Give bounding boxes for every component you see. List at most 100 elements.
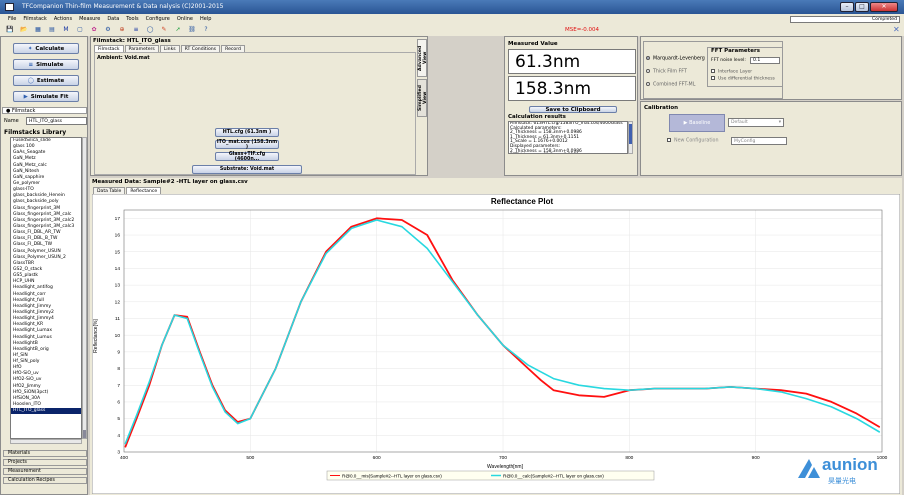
- chart-icon[interactable]: ▤: [48, 26, 56, 34]
- substrate-button[interactable]: Substrate: Void.mat: [192, 165, 302, 174]
- tab-parameters[interactable]: Parameters: [124, 45, 159, 52]
- x-tick-label: 500: [246, 455, 254, 461]
- calc-scroll-thumb[interactable]: [629, 124, 632, 144]
- filmstack-section-header[interactable]: ● Filmstack: [2, 107, 87, 114]
- logo-subtext: 昊量光电: [828, 477, 856, 485]
- library-hscrollbar[interactable]: [10, 439, 82, 444]
- option-marquardt-label: Marquardt-Levenberg: [653, 56, 705, 62]
- filmstack-icon[interactable]: ▦: [34, 26, 42, 34]
- measured-value-2: 158.3nm: [508, 76, 636, 101]
- measured-point: [603, 396, 605, 398]
- maximize-button[interactable]: □: [855, 2, 869, 12]
- measured-point: [426, 234, 428, 236]
- settings-icon[interactable]: ✿: [90, 26, 98, 34]
- library-scroll-thumb[interactable]: [83, 430, 86, 438]
- menu-item-configure[interactable]: Configure: [146, 16, 170, 22]
- calculation-recipes-tab[interactable]: Calculation Recipes: [3, 477, 87, 484]
- filmstacks-library-list[interactable]: FusedSilica_slide glass 100 GaAs_Seagate Ga…: [10, 137, 82, 439]
- menu-item-filmstack[interactable]: Filmstack: [23, 16, 46, 22]
- menu-item-file[interactable]: File: [8, 16, 16, 22]
- calc-results-scrollbar[interactable]: [628, 121, 633, 154]
- y-tick-label: 10: [115, 333, 121, 339]
- minimize-button[interactable]: –: [840, 2, 854, 12]
- menu-item-measure[interactable]: Measure: [79, 16, 100, 22]
- simulate-fit-label: Simulate Fit: [30, 93, 69, 100]
- calculated-point: [275, 368, 277, 370]
- y-tick-label: 16: [115, 233, 121, 239]
- filmstack-panel: Filmstack: HTL_ITO_glass Filmstack Parame…: [90, 36, 428, 176]
- calculated-point: [679, 388, 681, 390]
- arrow-icon[interactable]: ➚: [174, 26, 182, 34]
- circle-icon[interactable]: ◯: [146, 26, 154, 34]
- tab-filmstack[interactable]: Filmstack: [94, 45, 124, 52]
- library-title: Filmstacks Library: [4, 129, 67, 136]
- tab-links[interactable]: Links: [159, 45, 180, 52]
- x-tick-label: 700: [499, 455, 507, 461]
- help-icon[interactable]: ?: [202, 26, 210, 34]
- save-to-clipboard-button[interactable]: Save to Clipboard: [529, 106, 617, 113]
- globe-icon[interactable]: ⊕: [118, 26, 126, 34]
- calc-results-box[interactable]: Filmstack: 613HTL.cfg/1583ITO_mat.cos/46…: [508, 121, 628, 154]
- brush-icon[interactable]: ✎: [160, 26, 168, 34]
- measurement-tab[interactable]: Measurement: [3, 468, 87, 475]
- materials-tab[interactable]: Materials: [3, 450, 87, 457]
- baseline-button[interactable]: ▶ Baseline: [669, 114, 725, 132]
- close-button[interactable]: ✕: [870, 2, 898, 12]
- default-dropdown[interactable]: Default ▾: [728, 118, 784, 127]
- panel-close-icon[interactable]: ✕: [893, 25, 900, 34]
- advanced-view-tab[interactable]: Advanced View: [417, 39, 428, 77]
- library-item[interactable]: HTL_ITO_glass: [11, 408, 81, 415]
- simulate-fit-button[interactable]: ▶ Simulate Fit: [13, 91, 79, 102]
- menu-item-online[interactable]: Online: [177, 16, 193, 22]
- option-thick-fft[interactable]: Thick Film FFT: [646, 69, 687, 75]
- fft-noise-input[interactable]: 0.1: [750, 57, 780, 64]
- y-tick-label: 7: [117, 383, 120, 389]
- link-icon[interactable]: ⛓: [188, 26, 196, 34]
- layer-htl[interactable]: HTL.cfg (61.3nm ): [215, 128, 279, 137]
- calculated-point: [237, 423, 239, 425]
- projects-tab[interactable]: Projects: [3, 459, 87, 466]
- option-combined[interactable]: Combined FFT-ML: [646, 82, 695, 88]
- tab-reflectance[interactable]: Reflectance: [126, 187, 162, 194]
- calculated-point: [148, 381, 150, 383]
- menu-item-help[interactable]: Help: [200, 16, 211, 22]
- x-tick-label: 800: [625, 455, 633, 461]
- option-marquardt[interactable]: Marquardt-Levenberg: [646, 56, 705, 62]
- measured-point: [878, 426, 881, 428]
- estimate-button[interactable]: ◯ Estimate: [13, 75, 79, 86]
- gear-icon[interactable]: ⚙: [104, 26, 112, 34]
- simulate-icon[interactable]: ≡: [132, 26, 140, 34]
- new-configuration-checkbox[interactable]: New Configuration: [667, 138, 719, 144]
- simplified-view-tab[interactable]: Simplified View: [417, 79, 428, 117]
- interface-layer-checkbox[interactable]: Interface Layer: [711, 69, 752, 75]
- calculated-point: [552, 378, 555, 380]
- measure-icon[interactable]: M: [62, 26, 70, 34]
- aunion-logo: aunion 昊量光电: [796, 454, 886, 490]
- menu-item-data[interactable]: Data: [107, 16, 119, 22]
- tab-record[interactable]: Record: [221, 45, 245, 52]
- layer-ito[interactable]: ITO_mat.cos (158.3nm ): [215, 140, 279, 150]
- reflectance-chart[interactable]: Reflectance Plot 400 500 600 700 800 900 1000 …: [92, 194, 900, 494]
- database-icon[interactable]: ▢: [76, 26, 84, 34]
- menu-item-actions[interactable]: Actions: [54, 16, 72, 22]
- library-item[interactable]: Glass_fingerprint_3M_calc: [11, 212, 81, 218]
- diff-thickness-checkbox[interactable]: Use differential thickness: [711, 76, 775, 82]
- save-icon[interactable]: 💾: [6, 26, 14, 34]
- calculate-button[interactable]: ✦ Calculate: [13, 43, 79, 54]
- my-config-input[interactable]: MyConfig: [731, 137, 787, 145]
- tab-data-table[interactable]: Data Table: [93, 187, 126, 194]
- calibration-panel: Calibration ▶ Baseline Default ▾ New Conf…: [640, 101, 902, 176]
- measured-point: [805, 393, 807, 395]
- tab-rt-conditions[interactable]: RT Conditions: [180, 45, 221, 52]
- chevron-down-icon: ▾: [778, 120, 781, 125]
- layer-glass[interactable]: Glass+TIF.cfg (4600n...: [215, 152, 279, 162]
- open-icon[interactable]: 📂: [20, 26, 28, 34]
- simulate-button[interactable]: ≡ Simulate: [13, 59, 79, 70]
- ambient-label: Ambient: Void.mat: [97, 55, 150, 61]
- library-scrollbar[interactable]: [82, 137, 87, 439]
- default-dropdown-label: Default: [731, 120, 748, 125]
- name-input[interactable]: HTL_ITO_glass: [26, 117, 87, 125]
- radio-thick-fft-icon: [646, 69, 650, 73]
- calculated-point: [136, 414, 138, 416]
- menu-item-tools[interactable]: Tools: [126, 16, 138, 22]
